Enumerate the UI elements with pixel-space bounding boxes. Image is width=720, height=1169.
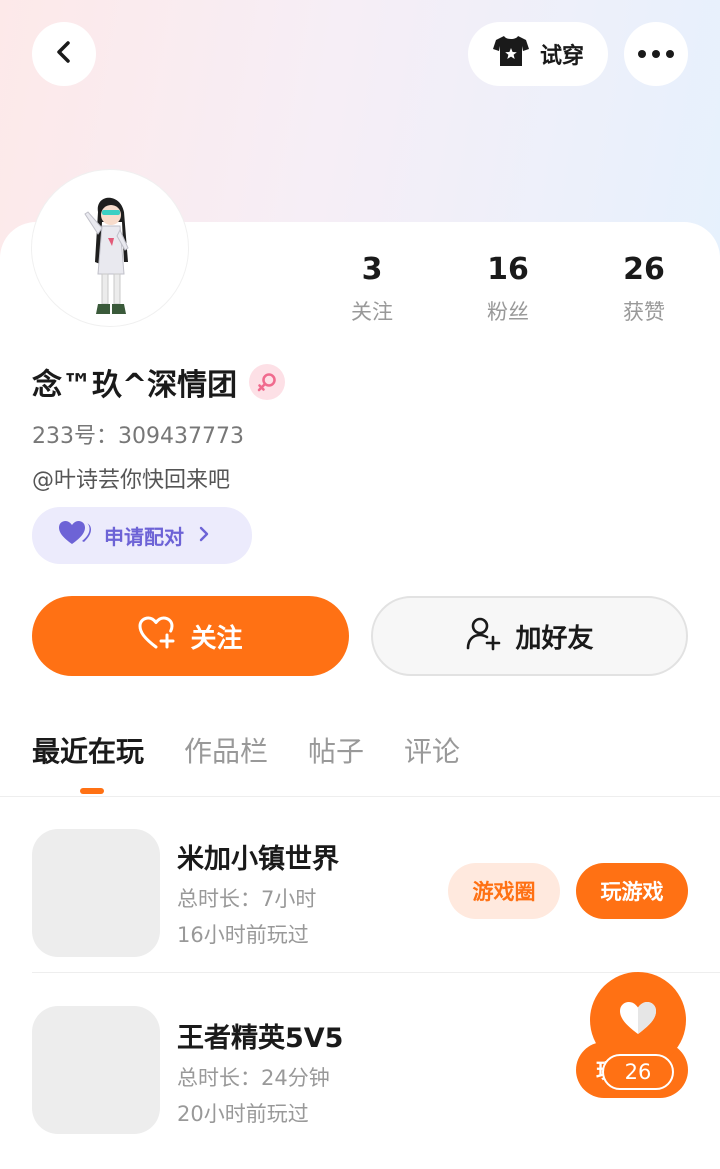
tab-recently-played[interactable]: 最近在玩 xyxy=(32,730,144,770)
add-friend-label: 加好友 xyxy=(515,623,594,654)
profile-tabs: 最近在玩 作品栏 帖子 评论 xyxy=(32,730,460,794)
game-last-played: 16小时前玩过 xyxy=(177,923,309,947)
stat-followers-count: 16 xyxy=(487,252,529,287)
game-list-item[interactable]: 米加小镇世界 总时长：7小时 16小时前玩过 游戏圈 玩游戏 xyxy=(32,797,720,973)
stat-likes-count: 26 xyxy=(623,252,665,287)
like-count-badge: 26 xyxy=(602,1054,674,1090)
shirt-icon xyxy=(492,34,530,74)
follow-button[interactable]: 关注 xyxy=(32,596,349,676)
stat-likes[interactable]: 26 获赞 xyxy=(576,250,712,326)
more-options-button[interactable] xyxy=(624,22,688,86)
stat-likes-label: 获赞 xyxy=(623,300,665,324)
try-on-label: 试穿 xyxy=(539,44,584,69)
game-last-played: 20小时前玩过 xyxy=(177,1102,309,1126)
active-tab-indicator xyxy=(80,788,104,794)
game-name: 米加小镇世界 xyxy=(177,844,339,875)
game-thumbnail[interactable] xyxy=(32,829,160,957)
chevron-left-icon xyxy=(50,38,78,70)
stat-following-count: 3 xyxy=(361,252,383,287)
game-total-duration: 总时长：24分钟 xyxy=(177,1066,330,1090)
game-thumbnail[interactable] xyxy=(32,1006,160,1134)
game-circle-button[interactable]: 游戏圈 xyxy=(448,863,560,919)
request-pair-button[interactable]: 申请配对 xyxy=(32,507,252,564)
tab-posts[interactable]: 帖子 xyxy=(308,730,364,770)
heart-icon xyxy=(618,1000,658,1040)
try-on-button[interactable]: 试穿 xyxy=(468,22,608,86)
user-id: 233号：309437773 xyxy=(32,424,244,449)
stat-followers-label: 粉丝 xyxy=(487,300,529,324)
play-game-button[interactable]: 玩游戏 xyxy=(576,863,688,919)
back-button[interactable] xyxy=(32,22,96,86)
avatar[interactable] xyxy=(32,170,188,326)
add-friend-button[interactable]: 加好友 xyxy=(371,596,688,676)
stat-following-label: 关注 xyxy=(351,300,393,324)
pair-hearts-icon xyxy=(58,520,92,551)
list-divider xyxy=(32,972,720,973)
more-dots-icon xyxy=(638,50,674,58)
profile-stats: 3 关注 16 粉丝 26 获赞 xyxy=(304,250,712,326)
heart-plus-icon xyxy=(138,616,176,657)
tab-comments[interactable]: 评论 xyxy=(404,730,460,770)
avatar-character-image xyxy=(84,197,129,314)
game-name: 王者精英5V5 xyxy=(177,1023,344,1054)
stat-following[interactable]: 3 关注 xyxy=(304,250,440,326)
bio: @叶诗芸你快回来吧 xyxy=(32,468,231,493)
follow-label: 关注 xyxy=(190,623,243,654)
stat-followers[interactable]: 16 粉丝 xyxy=(440,250,576,326)
add-user-icon xyxy=(465,615,501,658)
nickname: 念™玖^深情团 xyxy=(32,368,238,403)
request-pair-label: 申请配对 xyxy=(104,525,184,549)
nickname-row: 念™玖^深情团 xyxy=(32,360,286,404)
female-gender-icon xyxy=(249,364,286,400)
game-total-duration: 总时长：7小时 xyxy=(177,887,317,911)
chevron-right-icon xyxy=(196,524,212,548)
tab-works[interactable]: 作品栏 xyxy=(184,730,268,770)
